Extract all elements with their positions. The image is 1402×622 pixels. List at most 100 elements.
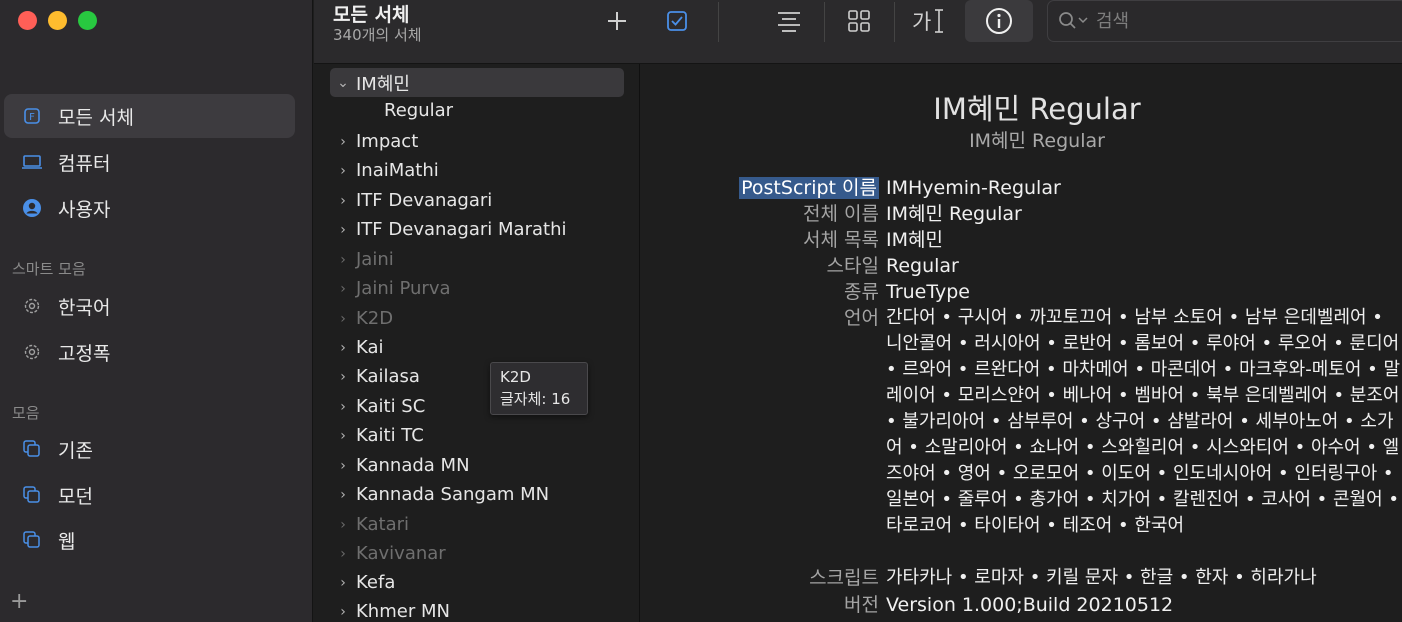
chevron-right-icon[interactable]: ›: [330, 222, 356, 238]
property-label: 서체 목록: [803, 229, 879, 251]
font-family-row[interactable]: › Kaiti TC: [330, 421, 624, 450]
sidebar-item-modern[interactable]: 모던: [4, 473, 295, 517]
font-family-row[interactable]: › Jaini Purva: [330, 274, 624, 303]
font-family-label: ITF Devanagari: [356, 190, 493, 211]
info-icon: [986, 8, 1012, 34]
grid-view-button[interactable]: [844, 6, 874, 36]
sidebar-item-label: 한국어: [58, 296, 111, 319]
toolbar-divider: [718, 2, 719, 42]
property-label: PostScript 이름: [641, 175, 886, 201]
font-family-row[interactable]: › Kannada MN: [330, 451, 624, 480]
font-family-label: Impact: [356, 131, 419, 152]
font-family-row[interactable]: › ITF Devanagari: [330, 186, 624, 215]
custom-text-button[interactable]: 가: [910, 6, 948, 36]
font-family-row[interactable]: › Kefa: [330, 568, 624, 597]
chevron-right-icon[interactable]: ›: [330, 311, 356, 327]
checkbox-icon: [667, 11, 687, 31]
sidebar-item-all-fonts[interactable]: F 모든 서체: [4, 94, 295, 138]
chevron-right-icon[interactable]: ›: [330, 546, 356, 562]
chevron-right-icon[interactable]: ›: [330, 163, 356, 179]
collection-icon: [20, 437, 44, 461]
property-row-full-name: 전체 이름 IM혜민 Regular: [641, 201, 1402, 227]
chevron-right-icon[interactable]: ›: [330, 340, 356, 356]
smart-collections-heading: 스마트 모음: [12, 260, 86, 278]
add-font-button[interactable]: [602, 6, 632, 36]
chevron-right-icon[interactable]: ›: [330, 604, 356, 620]
font-family-row[interactable]: › Kannada Sangam MN: [330, 480, 624, 509]
font-family-label: Kailasa: [356, 366, 420, 387]
minimize-window-button[interactable]: [48, 11, 67, 30]
chevron-right-icon[interactable]: ›: [330, 193, 356, 209]
gear-icon: [20, 294, 44, 318]
font-preview-title: IM혜민 Regular: [933, 92, 1141, 126]
font-family-row[interactable]: › Kavivanar: [330, 539, 624, 568]
activate-font-button[interactable]: [662, 6, 692, 36]
sidebar: F 모든 서체 컴퓨터 사용자 스마트 모음 한국어 고정폭 모음 기존 모던 …: [0, 0, 313, 622]
zoom-window-button[interactable]: [78, 11, 97, 30]
property-row-languages: 언어 간다어 • 구시어 • 까꼬토끄어 • 남부 소토어 • 남부 은데벨레어…: [641, 305, 1402, 539]
sidebar-item-label: 컴퓨터: [58, 152, 111, 175]
chevron-right-icon[interactable]: ›: [330, 399, 356, 415]
font-family-row-im-hyemin[interactable]: ⌄ IM혜민: [330, 68, 624, 97]
font-family-label: Kaiti TC: [356, 425, 424, 446]
font-family-label: InaiMathi: [356, 160, 439, 181]
font-family-row[interactable]: › Katari: [330, 510, 624, 539]
chevron-right-icon[interactable]: ›: [330, 458, 356, 474]
font-family-row[interactable]: › K2D: [330, 304, 624, 333]
sample-view-button[interactable]: [774, 6, 804, 36]
font-info-pane: IM혜민 Regular IM혜민 Regular PostScript 이름 …: [641, 64, 1402, 622]
property-label: 스크립트: [809, 567, 879, 589]
add-collection-button[interactable]: +: [10, 589, 28, 614]
chevron-right-icon[interactable]: ›: [330, 281, 356, 297]
sidebar-item-computer[interactable]: 컴퓨터: [4, 140, 295, 184]
search-icon: [1059, 12, 1088, 29]
property-label: 버전: [844, 594, 879, 616]
sidebar-item-web[interactable]: 웹: [4, 518, 295, 562]
font-family-label: Kefa: [356, 572, 396, 593]
sidebar-item-user[interactable]: 사용자: [4, 186, 295, 230]
font-family-row[interactable]: › Impact: [330, 127, 624, 156]
font-family-row[interactable]: › Khmer MN: [330, 597, 624, 622]
property-row-style: 스타일 Regular: [641, 253, 1402, 279]
font-family-label: Kavivanar: [356, 543, 446, 564]
sidebar-item-monospace[interactable]: 고정폭: [4, 330, 295, 374]
sidebar-item-label: 사용자: [58, 198, 111, 221]
sidebar-item-korean[interactable]: 한국어: [4, 284, 295, 328]
chevron-right-icon[interactable]: ›: [330, 369, 356, 385]
svg-text:가: 가: [912, 10, 931, 34]
property-label: 종류: [844, 281, 879, 303]
font-family-label: Kannada MN: [356, 455, 470, 476]
chevron-down-icon[interactable]: ⌄: [330, 75, 356, 91]
font-family-label: Katari: [356, 514, 410, 535]
close-window-button[interactable]: [18, 11, 37, 30]
chevron-right-icon[interactable]: ›: [330, 428, 356, 444]
font-family-row[interactable]: › InaiMathi: [330, 156, 624, 185]
sidebar-item-label: 모든 서체: [58, 106, 134, 129]
font-family-row[interactable]: › Jaini: [330, 245, 624, 274]
sidebar-item-classic[interactable]: 기존: [4, 427, 295, 471]
search-input[interactable]: [1096, 10, 1376, 32]
grid-icon: [848, 10, 870, 32]
chevron-right-icon[interactable]: ›: [330, 252, 356, 268]
property-value: 간다어 • 구시어 • 까꼬토끄어 • 남부 소토어 • 남부 은데벨레어 • …: [886, 307, 1401, 536]
property-label: 스타일: [826, 255, 879, 277]
user-icon: [20, 196, 44, 220]
sidebar-item-label: 모던: [58, 485, 93, 508]
window-controls: [18, 11, 97, 30]
font-family-row[interactable]: › ITF Devanagari Marathi: [330, 215, 624, 244]
property-label: 언어: [844, 307, 879, 329]
font-family-label: Kai: [356, 337, 384, 358]
toolbar: 모든 서체 340개의 서체 가: [314, 0, 1402, 64]
chevron-right-icon[interactable]: ›: [330, 517, 356, 533]
chevron-right-icon[interactable]: ›: [330, 575, 356, 591]
chevron-right-icon[interactable]: ›: [330, 134, 356, 150]
svg-text:F: F: [29, 112, 35, 123]
font-style-row-regular[interactable]: Regular: [384, 100, 453, 121]
info-button[interactable]: [965, 0, 1033, 42]
search-field[interactable]: [1047, 0, 1402, 42]
property-row-kind: 종류 TrueType: [641, 279, 1402, 305]
property-value: Version 1.000;Build 20210512: [886, 594, 1174, 616]
laptop-icon: [20, 150, 44, 174]
chevron-right-icon[interactable]: ›: [330, 487, 356, 503]
font-family-row[interactable]: › Kai: [330, 333, 624, 362]
